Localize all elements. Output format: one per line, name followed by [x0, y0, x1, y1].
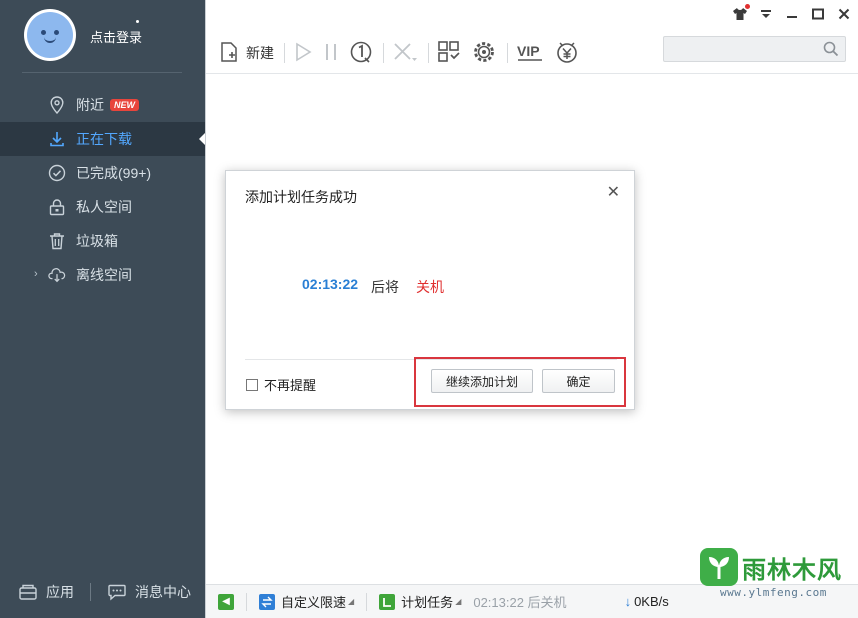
sidebar-item-trash[interactable]: 垃圾箱 [0, 224, 205, 258]
sidebar-item-private-space[interactable]: 私人空间 [0, 190, 205, 224]
watermark-name: 雨林木风 [742, 557, 842, 584]
sidebar-divider [22, 72, 182, 73]
dont-remind-label: 不再提醒 [264, 378, 317, 393]
chevron-right-icon[interactable]: › [34, 268, 38, 280]
sidebar-item-label: 私人空间 [76, 199, 132, 215]
new-badge: NEW [110, 99, 139, 111]
sidebar-item-label: 垃圾箱 [76, 233, 118, 249]
collapse-sidebar-icon[interactable]: ◀ [218, 593, 234, 610]
sidebar-item-completed[interactable]: 已完成(99+) [0, 156, 205, 190]
sidebar-item-label: 离线空间 [76, 267, 132, 283]
new-task-label: 新建 [246, 45, 274, 61]
new-file-icon [218, 41, 240, 66]
continue-adding-button[interactable]: 继续添加计划 [431, 369, 533, 393]
vip-icon: VIP [516, 41, 544, 66]
sidebar-item-offline-space[interactable]: › 离线空间 [0, 258, 205, 292]
schedule-status-text: 02:13:22 后关机 [473, 595, 567, 610]
watermark: 雨林木风 www.ylmfeng.com [700, 548, 850, 608]
speed-mode-icon [259, 593, 275, 610]
skin-shirt-icon[interactable] [732, 4, 750, 22]
speed-limit-icon [349, 40, 373, 67]
apps-label: 应用 [46, 584, 74, 600]
avatar-face-icon [27, 12, 73, 58]
qr-code-button[interactable] [437, 39, 461, 67]
apps-icon [18, 583, 38, 601]
chat-bubble-icon [107, 583, 127, 601]
toolbar-divider [383, 43, 384, 63]
login-link[interactable]: 点击登录 [90, 27, 142, 46]
search-icon[interactable] [823, 41, 839, 60]
vip-button[interactable]: VIP [516, 39, 544, 67]
notification-dot [136, 20, 139, 23]
window-controls [732, 4, 852, 22]
start-button[interactable] [293, 39, 313, 67]
dont-remind-checkbox[interactable]: 不再提醒 [246, 375, 316, 394]
watermark-logo-icon [700, 548, 738, 586]
avatar[interactable] [24, 9, 76, 61]
check-circle-icon [48, 164, 66, 182]
yuan-button[interactable] [554, 39, 580, 67]
delete-icon [392, 41, 418, 66]
caret-down-icon: ◢ [455, 597, 462, 606]
scheduled-action: 关机 [416, 279, 444, 295]
dialog-title: 添加计划任务成功 [245, 189, 357, 205]
checkbox-box[interactable] [246, 378, 258, 391]
toolbar: 新建 VIP [218, 38, 590, 68]
sidebar: 点击登录 附近 NEW 正在下载 已完成(99+) 私人空间 垃圾箱 › 离线空… [0, 0, 205, 618]
apps-button[interactable]: 应用 [18, 582, 74, 602]
countdown-suffix: 后将 [371, 279, 399, 295]
schedule-task-menu[interactable]: 计划任务 [401, 592, 453, 611]
download-speed: ↓ 0KB/s [625, 594, 669, 609]
sidebar-footer: 应用 消息中心 [0, 572, 205, 612]
settings-gear-icon [471, 39, 497, 68]
maximize-icon[interactable] [810, 6, 826, 22]
settings-button[interactable] [471, 39, 497, 67]
sidebar-nav: 附近 NEW 正在下载 已完成(99+) 私人空间 垃圾箱 › 离线空间 [0, 88, 205, 292]
status-divider [366, 592, 368, 611]
sidebar-item-label: 已完成(99+) [76, 165, 152, 181]
play-icon [293, 41, 313, 66]
pause-button[interactable] [323, 39, 339, 67]
footer-divider [90, 583, 91, 601]
sidebar-item-downloading[interactable]: 正在下载 [0, 122, 205, 156]
message-center-label: 消息中心 [135, 584, 191, 600]
svg-text:VIP: VIP [517, 43, 540, 59]
toolbar-divider [507, 43, 508, 63]
sidebar-item-nearby[interactable]: 附近 NEW [0, 88, 205, 122]
countdown-time: 02:13:22 [302, 276, 359, 292]
location-pin-icon [48, 96, 66, 114]
message-center-button[interactable]: 消息中心 [107, 582, 191, 602]
caret-down-icon: ◢ [348, 597, 355, 606]
menu-dropdown-icon[interactable] [758, 6, 774, 22]
download-icon [48, 130, 66, 148]
download-arrow-icon: ↓ [624, 594, 632, 609]
custom-speed-limit-menu[interactable]: 自定义限速 [281, 592, 346, 611]
pause-icon [323, 41, 339, 66]
watermark-url: www.ylmfeng.com [720, 586, 827, 599]
close-icon[interactable] [836, 6, 852, 22]
speed-limit-button[interactable] [349, 39, 373, 67]
minimize-icon[interactable] [784, 6, 800, 22]
delete-button[interactable] [392, 39, 418, 67]
lock-icon [48, 198, 66, 216]
toolbar-bottom-border [206, 73, 858, 74]
trash-icon [48, 232, 66, 250]
ok-button[interactable]: 确定 [542, 369, 615, 393]
qr-code-icon [437, 40, 461, 67]
sidebar-item-label: 正在下载 [76, 131, 132, 147]
toolbar-divider [284, 43, 285, 63]
status-divider [246, 592, 247, 611]
cloud-download-icon [48, 266, 66, 284]
toolbar-divider [428, 43, 429, 63]
sidebar-item-label: 附近 [76, 97, 104, 113]
yuan-icon [554, 39, 580, 68]
schedule-icon [379, 593, 396, 610]
search-input[interactable] [663, 36, 846, 62]
schedule-success-dialog: 添加计划任务成功 ✕ 02:13:22 后将 关机 不再提醒 继续添加计划 确定 [225, 170, 635, 410]
download-speed-value: 0KB/s [634, 594, 669, 609]
close-icon[interactable]: ✕ [607, 182, 620, 202]
new-task-button[interactable]: 新建 [218, 39, 274, 67]
